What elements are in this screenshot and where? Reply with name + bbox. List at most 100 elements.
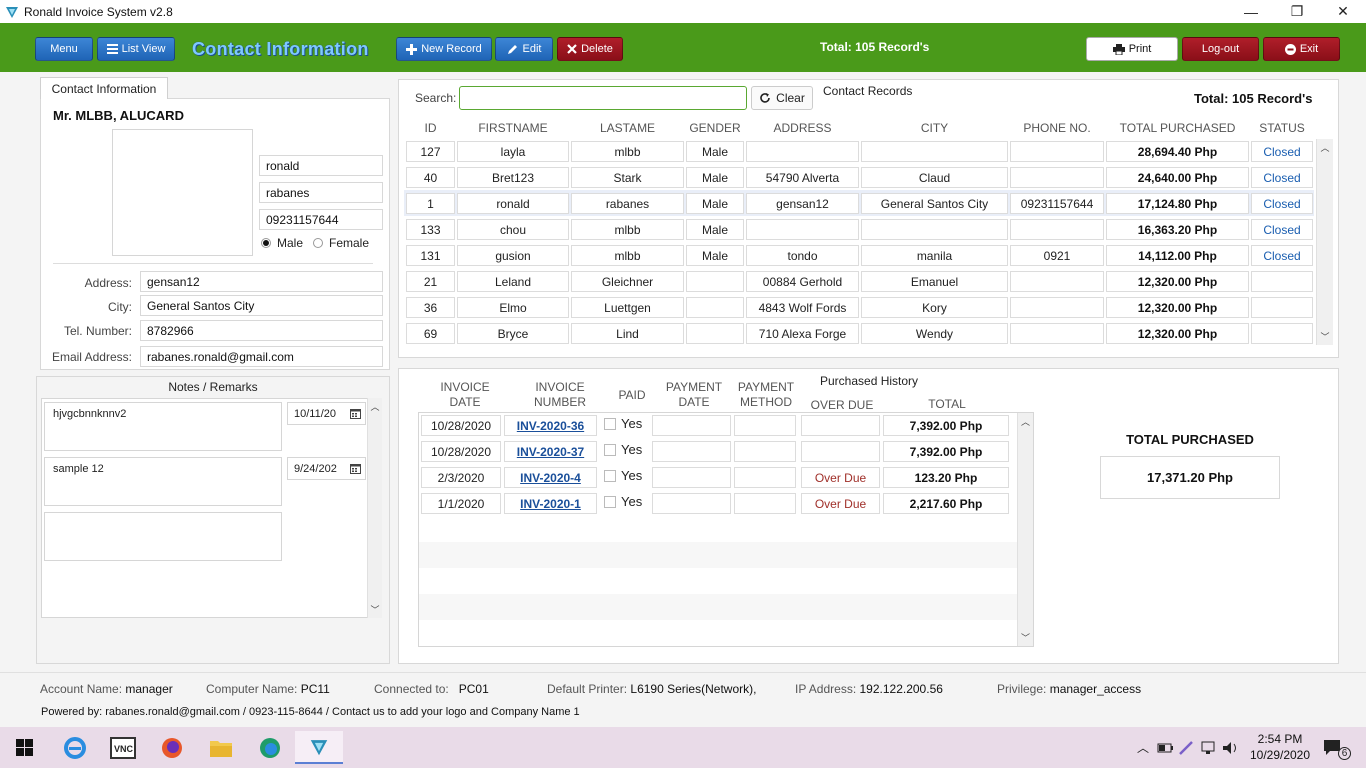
- minimize-button[interactable]: —: [1228, 0, 1274, 23]
- cell-phone[interactable]: 09231157644: [1010, 193, 1104, 214]
- cell-status[interactable]: [1251, 271, 1313, 292]
- column-header-invoice-date[interactable]: INVOICE DATE: [421, 380, 509, 410]
- notes-scrollbar[interactable]: ︿ ﹀: [367, 398, 382, 618]
- cell-invoice-number-value[interactable]: INV-2020-1: [520, 497, 581, 511]
- search-input[interactable]: [459, 86, 747, 110]
- cell-payment-method[interactable]: [734, 441, 796, 462]
- cell-payment-date[interactable]: [652, 467, 731, 488]
- note-text[interactable]: [44, 512, 282, 561]
- history-scrollbar[interactable]: ︿ ﹀: [1017, 413, 1033, 646]
- invoice-app-taskbar-icon[interactable]: [295, 731, 343, 764]
- cell-address[interactable]: gensan12: [746, 193, 859, 214]
- cell-gender[interactable]: Male: [686, 193, 744, 214]
- column-header-id[interactable]: ID: [406, 121, 455, 135]
- paid-checkbox[interactable]: Yes: [604, 442, 642, 457]
- cell-last[interactable]: mlbb: [571, 141, 684, 162]
- cell-gender[interactable]: [686, 297, 744, 318]
- cell-invoice-date[interactable]: 10/28/2020: [421, 441, 501, 462]
- cell-invoice-date[interactable]: 1/1/2020: [421, 493, 501, 514]
- column-header-total[interactable]: TOTAL: [884, 397, 1010, 412]
- internet-explorer-icon[interactable]: [51, 731, 99, 764]
- city-field[interactable]: General Santos City: [140, 295, 383, 316]
- cell-gender[interactable]: Male: [686, 167, 744, 188]
- cell-city[interactable]: Claud: [861, 167, 1008, 188]
- clear-button[interactable]: Clear: [751, 86, 813, 110]
- cell-payment-date[interactable]: [652, 415, 731, 436]
- cell-status[interactable]: Closed: [1251, 167, 1313, 188]
- cell-invoice-number[interactable]: INV-2020-36: [504, 415, 597, 436]
- cell-city[interactable]: [861, 141, 1008, 162]
- cell-overdue[interactable]: Over Due: [801, 467, 880, 488]
- close-button[interactable]: ✕: [1320, 0, 1366, 23]
- cell-id[interactable]: 133: [406, 219, 455, 240]
- print-button[interactable]: Print: [1086, 37, 1178, 61]
- cell-gender[interactable]: Male: [686, 245, 744, 266]
- edit-button[interactable]: Edit: [495, 37, 553, 61]
- cell-first[interactable]: Leland: [457, 271, 569, 292]
- email-field[interactable]: rabanes.ronald@gmail.com: [140, 346, 383, 367]
- cell-address[interactable]: 710 Alexa Forge: [746, 323, 859, 344]
- gender-female-radio[interactable]: Female: [313, 236, 369, 250]
- note-date[interactable]: 10/11/20: [287, 402, 366, 425]
- cell-total[interactable]: 24,640.00 Php: [1106, 167, 1249, 188]
- cell-first[interactable]: ronald: [457, 193, 569, 214]
- cell-gender[interactable]: [686, 323, 744, 344]
- edge-browser-icon[interactable]: [246, 731, 294, 764]
- cell-id[interactable]: 40: [406, 167, 455, 188]
- taskbar-clock[interactable]: 2:54 PM 10/29/2020: [1240, 731, 1320, 763]
- column-header-paid[interactable]: PAID: [608, 388, 656, 403]
- paid-checkbox[interactable]: Yes: [604, 468, 642, 483]
- scroll-up-icon[interactable]: ︿: [368, 400, 382, 413]
- paid-checkbox[interactable]: Yes: [604, 494, 642, 509]
- column-header-address[interactable]: ADDRESS: [746, 121, 859, 135]
- scroll-down-icon[interactable]: ﹀: [1018, 631, 1033, 644]
- cell-invoice-date[interactable]: 2/3/2020: [421, 467, 501, 488]
- cell-status[interactable]: Closed: [1251, 141, 1313, 162]
- cell-payment-method[interactable]: [734, 493, 796, 514]
- show-hidden-icons-icon[interactable]: ︿: [1132, 739, 1154, 756]
- cell-invoice-number-value[interactable]: INV-2020-4: [520, 471, 581, 485]
- cell-total[interactable]: 12,320.00 Php: [1106, 323, 1249, 344]
- cell-payment-date[interactable]: [652, 441, 731, 462]
- cell-address[interactable]: 00884 Gerhold: [746, 271, 859, 292]
- pen-icon[interactable]: [1176, 740, 1198, 756]
- note-text[interactable]: sample 12: [44, 457, 282, 506]
- cell-total[interactable]: 14,112.00 Php: [1106, 245, 1249, 266]
- cell-city[interactable]: manila: [861, 245, 1008, 266]
- cell-id[interactable]: 127: [406, 141, 455, 162]
- cell-payment-method[interactable]: [734, 467, 796, 488]
- cell-id[interactable]: 131: [406, 245, 455, 266]
- cell-payment-date[interactable]: [652, 493, 731, 514]
- cell-city[interactable]: [861, 219, 1008, 240]
- restore-button[interactable]: ❐: [1274, 0, 1320, 23]
- cell-gender[interactable]: [686, 271, 744, 292]
- cell-status[interactable]: Closed: [1251, 245, 1313, 266]
- cell-city[interactable]: Wendy: [861, 323, 1008, 344]
- first-name-field[interactable]: ronald: [259, 155, 383, 176]
- column-header-invoice-number[interactable]: INVOICE NUMBER: [515, 380, 605, 410]
- column-header-city[interactable]: CITY: [861, 121, 1008, 135]
- volume-icon[interactable]: [1220, 740, 1242, 756]
- cell-id[interactable]: 69: [406, 323, 455, 344]
- column-header-lastname[interactable]: LASTAME: [571, 121, 684, 135]
- cell-invoice-number[interactable]: INV-2020-1: [504, 493, 597, 514]
- cell-phone[interactable]: [1010, 167, 1104, 188]
- records-scrollbar[interactable]: ︿ ﹀: [1316, 139, 1333, 345]
- cell-gender[interactable]: Male: [686, 141, 744, 162]
- cell-total[interactable]: 123.20 Php: [883, 467, 1009, 488]
- cell-last[interactable]: Lind: [571, 323, 684, 344]
- cell-total[interactable]: 7,392.00 Php: [883, 415, 1009, 436]
- cell-last[interactable]: mlbb: [571, 245, 684, 266]
- start-button[interactable]: [0, 731, 48, 764]
- cell-last[interactable]: Stark: [571, 167, 684, 188]
- cell-first[interactable]: layla: [457, 141, 569, 162]
- list-view-button[interactable]: List View: [97, 37, 175, 61]
- battery-icon[interactable]: [1154, 741, 1176, 755]
- column-header-total-purchased[interactable]: TOTAL PURCHASED: [1106, 121, 1249, 135]
- cell-phone[interactable]: [1010, 297, 1104, 318]
- cell-address[interactable]: tondo: [746, 245, 859, 266]
- cell-id[interactable]: 21: [406, 271, 455, 292]
- scroll-up-icon[interactable]: ︿: [1018, 415, 1033, 428]
- column-header-phone[interactable]: PHONE NO.: [1010, 121, 1104, 135]
- column-header-overdue[interactable]: OVER DUE: [802, 398, 882, 413]
